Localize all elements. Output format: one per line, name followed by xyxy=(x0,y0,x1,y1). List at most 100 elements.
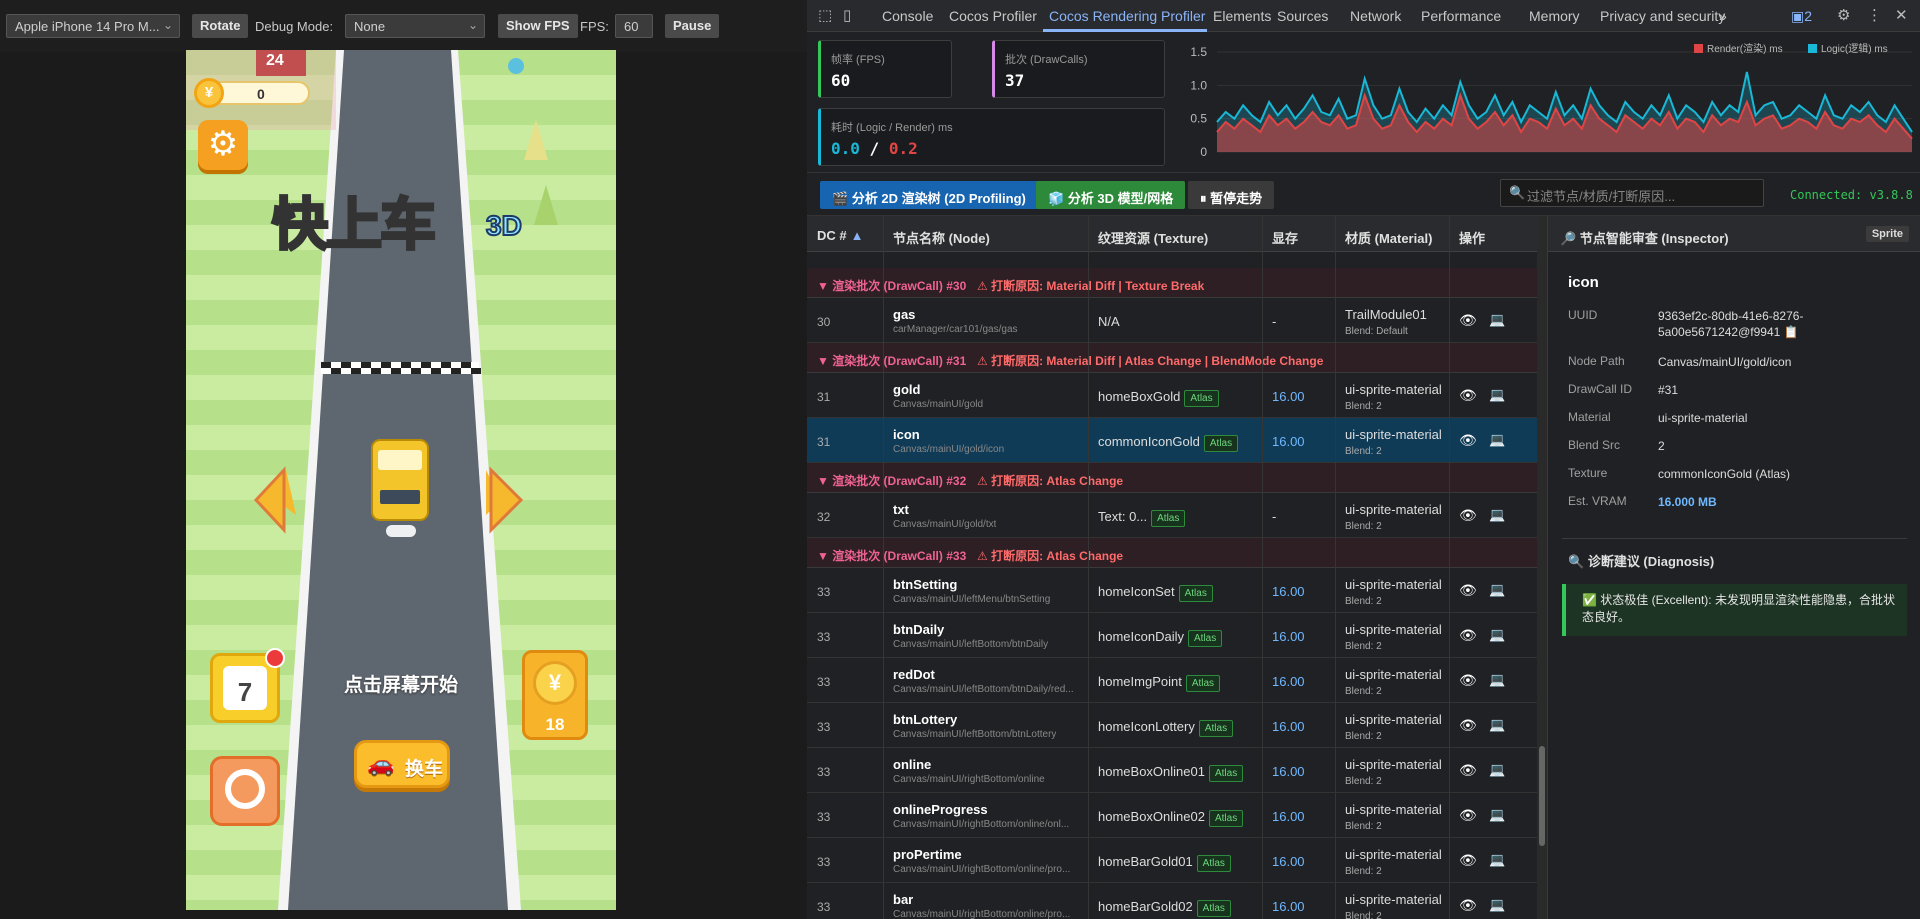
tab-7[interactable]: Memory xyxy=(1529,8,1580,24)
monitor-icon[interactable]: 💻 xyxy=(1489,582,1505,598)
tab-1[interactable]: Cocos Profiler xyxy=(949,8,1037,24)
drawcall-group-header[interactable]: ▼ 渲染批次 (DrawCall) #32 ⚠ 打断原因: Atlas Chang… xyxy=(807,463,1537,493)
row-vram: 16.00 xyxy=(1272,434,1305,449)
atlas-badge: Atlas xyxy=(1208,810,1244,827)
table-row[interactable]: 33 btnSetting Canvas/mainUI/leftMenu/btnSe… xyxy=(807,568,1537,613)
row-node-path: Canvas/mainUI/gold/txt xyxy=(893,519,997,530)
gear-icon[interactable]: ⚙ xyxy=(1837,6,1850,24)
device-select[interactable]: Apple iPhone 14 Pro M... ⌄ xyxy=(6,14,180,38)
column-header-3[interactable]: 显存 xyxy=(1272,228,1298,247)
eye-icon[interactable]: 👁 xyxy=(1459,387,1477,404)
monitor-icon[interactable]: 💻 xyxy=(1489,312,1505,328)
atlas-badge: Atlas xyxy=(1188,630,1223,647)
daily-calendar-button[interactable]: 7 xyxy=(210,648,285,723)
screen: Apple iPhone 14 Pro M... ⌄ Rotate Debug … xyxy=(0,0,1920,919)
column-header-label: DC # xyxy=(817,228,847,243)
fps-input[interactable]: 60 xyxy=(615,14,653,38)
wheel-icon xyxy=(225,769,265,809)
monitor-icon[interactable]: 💻 xyxy=(1489,762,1505,778)
analyze-2d-button[interactable]: 🎬 分析 2D 渲染树 (2D Profiling) xyxy=(820,181,1038,209)
monitor-icon[interactable]: 💻 xyxy=(1489,852,1505,868)
row-vram: 16.00 xyxy=(1272,764,1305,779)
online-reward-button[interactable]: ¥ 18 xyxy=(522,650,588,740)
eye-icon[interactable]: 👁 xyxy=(1459,627,1477,644)
eye-icon[interactable]: 👁 xyxy=(1459,672,1477,689)
table-row[interactable]: 33 bar Canvas/mainUI/rightBottom/online/pr… xyxy=(807,883,1537,919)
eye-icon[interactable]: 👁 xyxy=(1459,897,1477,914)
table-row[interactable]: 31 icon Canvas/mainUI/gold/icon commonIconG… xyxy=(807,418,1537,463)
eye-icon[interactable]: 👁 xyxy=(1459,807,1477,824)
table-row[interactable]: 32 txt Canvas/mainUI/gold/txt Text: 0... Atl… xyxy=(807,493,1537,538)
tab-2[interactable]: Cocos Rendering Profiler xyxy=(1049,8,1205,24)
table-row[interactable]: 33 online Canvas/mainUI/rightBottom/online… xyxy=(807,748,1537,793)
debug-mode-select[interactable]: None ⌄ xyxy=(345,14,485,38)
eye-icon[interactable]: 👁 xyxy=(1459,312,1477,329)
table-row[interactable]: 33 redDot Canvas/mainUI/leftBottom/btnDail… xyxy=(807,658,1537,703)
drawcall-group-header[interactable]: ▼ 渲染批次 (DrawCall) #31 ⚠ 打断原因: Material Di… xyxy=(807,343,1537,373)
diagnosis-title: 🔍 诊断建议 (Diagnosis) xyxy=(1568,554,1715,569)
rotate-button[interactable]: Rotate xyxy=(192,14,249,38)
row-blend: Blend: Default xyxy=(1345,326,1408,337)
lottery-wheel-button[interactable] xyxy=(210,756,280,826)
group-title: ▼ 渲染批次 (DrawCall) #30 xyxy=(817,279,967,293)
tab-6[interactable]: Performance xyxy=(1421,8,1501,24)
show-fps-button[interactable]: Show FPS xyxy=(498,14,578,38)
table-row[interactable]: 33 proPertime Canvas/mainUI/rightBottom/on… xyxy=(807,838,1537,883)
eye-icon[interactable]: 👁 xyxy=(1459,582,1477,599)
scrollbar-thumb[interactable] xyxy=(1539,746,1545,846)
monitor-icon[interactable]: 💻 xyxy=(1489,897,1505,913)
issues-badge[interactable]: ▣2 xyxy=(1791,8,1812,25)
eye-icon[interactable]: 👁 xyxy=(1459,432,1477,449)
filter-input[interactable]: 🔍 过滤节点/材质/打断原因... xyxy=(1500,179,1764,207)
monitor-icon[interactable]: 💻 xyxy=(1489,672,1505,688)
table-row[interactable]: 33 onlineProgress Canvas/mainUI/rightBotto… xyxy=(807,793,1537,838)
game-canvas[interactable]: 24 0 ¥ ⚙ 快上车 3D 点击屏幕开始 7 ¥ 18 🚗 换车 xyxy=(186,50,616,910)
row-texture-name: Text: 0... xyxy=(1098,509,1148,524)
monitor-icon[interactable]: 💻 xyxy=(1489,387,1505,403)
change-car-label: 换车 xyxy=(405,759,444,780)
column-header-1[interactable]: 节点名称 (Node) xyxy=(893,228,990,247)
column-divider xyxy=(883,216,884,919)
tab-8[interactable]: Privacy and security xyxy=(1600,8,1725,24)
pause-trend-label: 暂停走势 xyxy=(1210,191,1263,206)
inspector-field-value[interactable]: 9363ef2c-80db-41e6-8276-5a00e5671242@f99… xyxy=(1658,308,1908,340)
eye-icon[interactable]: 👁 xyxy=(1459,762,1477,779)
monitor-icon[interactable]: 💻 xyxy=(1489,432,1505,448)
monitor-icon[interactable]: 💻 xyxy=(1489,717,1505,733)
column-header-5[interactable]: 操作 xyxy=(1459,228,1485,247)
table-row[interactable]: 31 gold Canvas/mainUI/gold homeBoxGold Atlas… xyxy=(807,373,1537,418)
chart-y-tick-label: 1.0 xyxy=(1190,78,1207,92)
table-row[interactable]: 33 btnLottery Canvas/mainUI/leftBottom/btn… xyxy=(807,703,1537,748)
drawcall-group-header[interactable]: ▼ 渲染批次 (DrawCall) #33 ⚠ 打断原因: Atlas Chang… xyxy=(807,538,1537,568)
kebab-menu-icon[interactable]: ⋮ xyxy=(1867,6,1882,24)
tab-3[interactable]: Elements xyxy=(1213,8,1271,24)
change-car-button[interactable]: 🚗 换车 xyxy=(354,740,450,788)
monitor-icon[interactable]: 💻 xyxy=(1489,507,1505,523)
monitor-icon[interactable]: 💻 xyxy=(1489,807,1505,823)
inspect-element-icon[interactable]: ⬚ xyxy=(818,6,832,24)
table-scrollbar[interactable] xyxy=(1537,216,1547,919)
finish-line xyxy=(321,362,481,374)
drawcall-group-header[interactable]: ▼ 渲染批次 (DrawCall) #30 ⚠ 打断原因: Material Di… xyxy=(807,268,1537,298)
close-icon[interactable]: ✕ xyxy=(1895,6,1908,24)
column-header-0[interactable]: DC # ▲ xyxy=(817,228,864,243)
pause-trend-button[interactable]: ⏸ 暂停走势 xyxy=(1188,181,1275,209)
monitor-icon[interactable]: 💻 xyxy=(1489,627,1505,643)
device-toolbar-icon[interactable]: ▯ xyxy=(843,6,851,24)
more-tabs-button[interactable]: » xyxy=(1719,8,1727,24)
eye-icon[interactable]: 👁 xyxy=(1459,852,1477,869)
column-header-2[interactable]: 纹理资源 (Texture) xyxy=(1098,228,1208,247)
eye-icon[interactable]: 👁 xyxy=(1459,717,1477,734)
tab-4[interactable]: Sources xyxy=(1277,8,1328,24)
row-vram: 16.00 xyxy=(1272,719,1305,734)
table-row[interactable]: 33 btnDaily Canvas/mainUI/leftBottom/btnDa… xyxy=(807,613,1537,658)
tab-0[interactable]: Console xyxy=(882,8,933,24)
row-node-name: proPertime xyxy=(893,847,962,862)
table-row[interactable]: 30 gas carManager/car101/gas/gas N/A - TrailM… xyxy=(807,298,1537,343)
analyze-3d-button[interactable]: 🧊 分析 3D 模型/网格 xyxy=(1036,181,1186,209)
column-header-4[interactable]: 材质 (Material) xyxy=(1345,228,1432,247)
settings-gear-button[interactable]: ⚙ xyxy=(198,120,248,170)
eye-icon[interactable]: 👁 xyxy=(1459,507,1477,524)
pause-button[interactable]: Pause xyxy=(665,14,720,38)
tab-5[interactable]: Network xyxy=(1350,8,1401,24)
